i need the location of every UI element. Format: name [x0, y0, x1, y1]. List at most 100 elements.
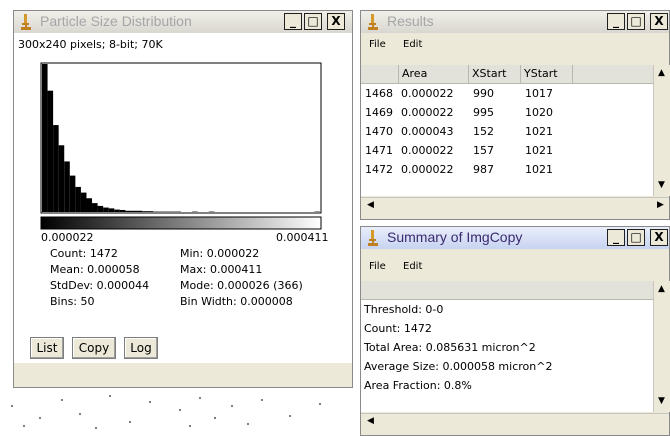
image-info: 300x240 pixels; 8-bit; 70K: [18, 38, 163, 51]
cell-ystart: 1017: [525, 87, 553, 100]
scroll-left-icon[interactable]: ◀: [367, 416, 374, 426]
lut-bar: [40, 216, 322, 230]
summary-header-strip: [361, 281, 653, 300]
list-button[interactable]: List: [30, 337, 64, 359]
stat-stddev: StdDev: 0.000044: [50, 279, 150, 292]
close-button[interactable]: X: [650, 229, 668, 246]
histogram-bar: [97, 205, 104, 212]
cell-xstart: 990: [473, 87, 494, 100]
cell-ystart: 1020: [525, 106, 553, 119]
stat-mean: Mean: 0.000058: [50, 263, 140, 276]
histogram-bar: [108, 208, 115, 212]
maximize-button[interactable]: □: [627, 13, 645, 30]
summary-line: Area Fraction: 0.8%: [364, 379, 472, 392]
column-header-ystart[interactable]: YStart: [521, 65, 573, 83]
scroll-down-icon[interactable]: ▼: [658, 396, 665, 406]
column-header-index[interactable]: [361, 65, 399, 83]
imagej-microscope-icon: [368, 230, 378, 246]
axis-max-label: 0.000411: [276, 231, 329, 244]
cell-xstart: 995: [473, 106, 494, 119]
column-header-area[interactable]: Area: [399, 65, 469, 83]
cell-index: 1468: [365, 87, 393, 100]
menu-file[interactable]: File: [369, 39, 386, 50]
imagej-microscope-icon: [368, 14, 378, 30]
scroll-left-icon[interactable]: ◀: [367, 200, 374, 210]
histogram-bar: [75, 186, 81, 212]
vertical-scrollbar[interactable]: ▲ ▼: [653, 281, 670, 412]
stat-bins: Bins: 50: [50, 295, 95, 308]
cell-xstart: 157: [473, 144, 494, 157]
scroll-up-icon[interactable]: ▲: [658, 284, 665, 294]
histogram-bar: [136, 210, 143, 212]
results-titlebar[interactable]: Results _ □ X: [361, 11, 669, 33]
cell-area: 0.000043: [401, 125, 454, 138]
stat-bin-width: Bin Width: 0.000008: [180, 295, 293, 308]
scroll-down-icon[interactable]: ▼: [658, 180, 665, 190]
histogram-bar: [80, 192, 87, 212]
histogram-bar: [103, 207, 109, 212]
histogram-bar: [142, 211, 148, 212]
histogram-bar: [125, 210, 131, 212]
histogram-bar: [147, 211, 154, 212]
cell-area: 0.000022: [401, 87, 454, 100]
histogram-bar: [114, 209, 120, 212]
minimize-button[interactable]: _: [607, 13, 625, 30]
scroll-right-icon[interactable]: ▶: [657, 200, 664, 210]
histogram-bar: [119, 209, 126, 212]
cell-ystart: 1021: [525, 144, 553, 157]
maximize-button[interactable]: □: [304, 13, 322, 30]
close-button[interactable]: X: [650, 13, 668, 30]
cell-area: 0.000022: [401, 106, 454, 119]
summary-menubar: File Edit: [361, 257, 669, 277]
cell-area: 0.000022: [401, 144, 454, 157]
plot-frame: [40, 62, 322, 214]
histogram-bar: [42, 64, 48, 212]
window-title: Summary of ImgCopy: [387, 229, 523, 245]
histogram-bar: [47, 90, 54, 212]
histogram-window: Particle Size Distribution _ □ X 300x240…: [13, 10, 353, 388]
imagej-microscope-icon: [21, 14, 31, 30]
vertical-scrollbar[interactable]: ▲ ▼: [653, 65, 670, 196]
close-button[interactable]: X: [327, 13, 345, 30]
cell-area: 0.000022: [401, 163, 454, 176]
copy-button[interactable]: Copy: [72, 337, 116, 359]
window-title: Particle Size Distribution: [40, 13, 192, 29]
log-button[interactable]: Log: [124, 337, 158, 359]
axis-min-label: 0.000022: [41, 231, 94, 244]
cell-index: 1471: [365, 144, 393, 157]
cell-index: 1472: [365, 163, 393, 176]
scroll-up-icon[interactable]: ▲: [658, 68, 665, 78]
column-header-xstart[interactable]: XStart: [469, 65, 521, 83]
histogram-bar: [86, 198, 93, 212]
cell-index: 1469: [365, 106, 393, 119]
cell-xstart: 987: [473, 163, 494, 176]
horizontal-scrollbar[interactable]: ◀: [361, 413, 669, 430]
histogram-bar: [69, 175, 76, 212]
histogram-bar: [92, 203, 98, 212]
histogram-titlebar[interactable]: Particle Size Distribution _ □ X: [14, 11, 352, 33]
menu-file[interactable]: File: [369, 261, 386, 272]
menu-edit[interactable]: Edit: [403, 261, 422, 272]
minimize-button[interactable]: _: [607, 229, 625, 246]
cell-ystart: 1021: [525, 163, 553, 176]
histogram-bar: [130, 210, 137, 212]
summary-line: Average Size: 0.000058 micron^2: [364, 360, 553, 373]
menu-edit[interactable]: Edit: [403, 39, 422, 50]
histogram-chart: [40, 62, 322, 230]
results-table-header: Area XStart YStart: [361, 65, 653, 84]
cell-ystart: 1021: [525, 125, 553, 138]
histogram-canvas: 300x240 pixels; 8-bit; 70K 0.000022 0.00…: [14, 33, 352, 363]
summary-titlebar[interactable]: Summary of ImgCopy _ □ X: [361, 227, 669, 249]
horizontal-scrollbar[interactable]: ◀ ▶: [361, 197, 669, 214]
histogram-bar: [64, 161, 70, 212]
results-table-body: 1468 0.000022 990 1017 1469 0.000022 995…: [361, 84, 653, 196]
summary-line: Count: 1472: [364, 322, 432, 335]
histogram-bar: [53, 125, 59, 212]
minimize-button[interactable]: _: [284, 13, 302, 30]
stat-min: Min: 0.000022: [180, 247, 260, 260]
stat-count: Count: 1472: [50, 247, 118, 260]
summary-window: Summary of ImgCopy _ □ X File Edit Thres…: [360, 226, 670, 436]
summary-line: Total Area: 0.085631 micron^2: [364, 341, 536, 354]
maximize-button[interactable]: □: [627, 229, 645, 246]
summary-line: Threshold: 0-0: [364, 303, 444, 316]
